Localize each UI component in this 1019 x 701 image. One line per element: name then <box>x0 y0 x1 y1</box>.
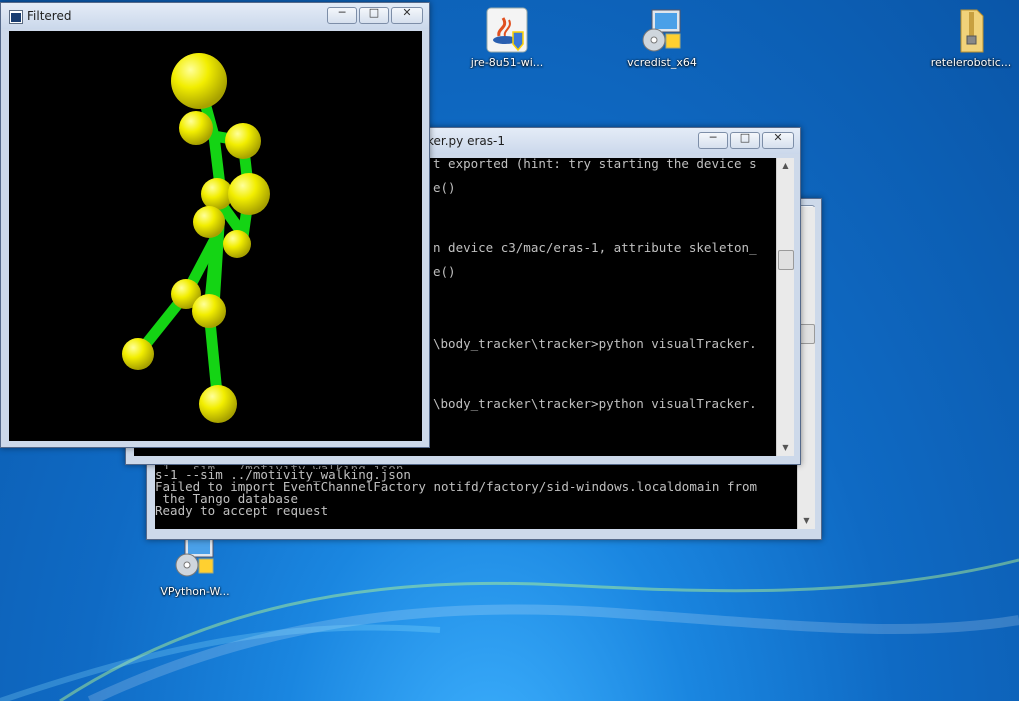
skeleton-joint <box>199 385 237 423</box>
console-line: e() <box>433 264 456 279</box>
filtered-close-button[interactable]: ✕ <box>391 6 423 24</box>
filtered-titlebar[interactable]: Filtered ─ □ ✕ <box>1 3 429 29</box>
skeleton-joint <box>225 123 261 159</box>
skeleton-scene-canvas[interactable] <box>9 31 422 441</box>
desktop-icon-label: jre-8u51-wi... <box>470 56 544 69</box>
tracker-close-button[interactable]: ✕ <box>762 131 794 149</box>
maximize-icon: □ <box>739 131 751 144</box>
scroll-up-icon[interactable]: ▲ <box>777 158 794 174</box>
filtered-maximize-button[interactable]: □ <box>359 6 389 24</box>
installer-icon <box>638 6 686 54</box>
close-icon: ✕ <box>773 131 783 144</box>
console-line: t exported (hint: try starting the devic… <box>433 158 757 171</box>
desktop-icon-label: retelerobotic... <box>930 56 1012 69</box>
maximize-icon: □ <box>368 6 380 19</box>
tracker-maximize-button[interactable]: □ <box>730 131 760 149</box>
installer-icon <box>171 535 219 583</box>
tracker-window-title: ker.py eras-1 <box>427 134 505 148</box>
desktop-icon-label: VPython-W... <box>160 585 230 598</box>
console-line: n device c3/mac/eras-1, attribute skelet… <box>433 240 757 255</box>
app-icon <box>9 10 23 24</box>
scroll-thumb[interactable] <box>799 324 815 344</box>
tracker-lines: t exported (hint: try starting the devic… <box>433 158 776 410</box>
desktop-icon-vcredist[interactable]: vcredist_x64 <box>614 6 710 69</box>
desktop-icon-jre[interactable]: jre-8u51-wi... <box>459 6 555 69</box>
skeleton-joint <box>193 206 225 238</box>
scroll-down-icon[interactable]: ▼ <box>798 513 815 529</box>
scroll-down-icon[interactable]: ▼ <box>777 440 794 456</box>
filtered-window[interactable]: Filtered ─ □ ✕ <box>0 2 430 448</box>
desktop-icon-retelerobotic[interactable]: retelerobotic... <box>923 6 1019 69</box>
skeleton-joint <box>192 294 226 328</box>
console-line: \body_tracker\tracker>python visualTrack… <box>433 336 757 351</box>
filtered-window-title: Filtered <box>27 9 72 23</box>
tracker-window-controls: ─ □ ✕ <box>698 131 794 149</box>
folder-zip-icon <box>947 6 995 54</box>
tracker-scrollbar[interactable]: ▲ ▼ <box>776 158 794 456</box>
skeleton-joint <box>223 230 251 258</box>
minimize-icon: ─ <box>709 131 717 144</box>
console-line: Ready to accept request <box>155 503 329 518</box>
minimize-icon: ─ <box>338 6 346 19</box>
console-line: e() <box>433 180 456 195</box>
skeleton-joint <box>228 173 270 215</box>
desktop-icon-label: vcredist_x64 <box>627 56 697 69</box>
java-installer-icon <box>483 6 531 54</box>
close-icon: ✕ <box>402 6 412 19</box>
filtered-window-controls: ─ □ ✕ <box>327 6 423 24</box>
console-line: \body_tracker\tracker>python visualTrack… <box>433 396 757 411</box>
tracker-minimize-button[interactable]: ─ <box>698 131 728 149</box>
skeleton-joint <box>179 111 213 145</box>
filtered-minimize-button[interactable]: ─ <box>327 6 357 24</box>
desktop-icon-vpython[interactable]: VPython-W... <box>147 535 243 598</box>
skeleton-joint <box>122 338 154 370</box>
server-console-output: -1 --sim ../motivity_walking.json ......… <box>155 461 797 529</box>
skeleton-joint <box>171 53 227 109</box>
scroll-thumb[interactable] <box>778 250 794 270</box>
